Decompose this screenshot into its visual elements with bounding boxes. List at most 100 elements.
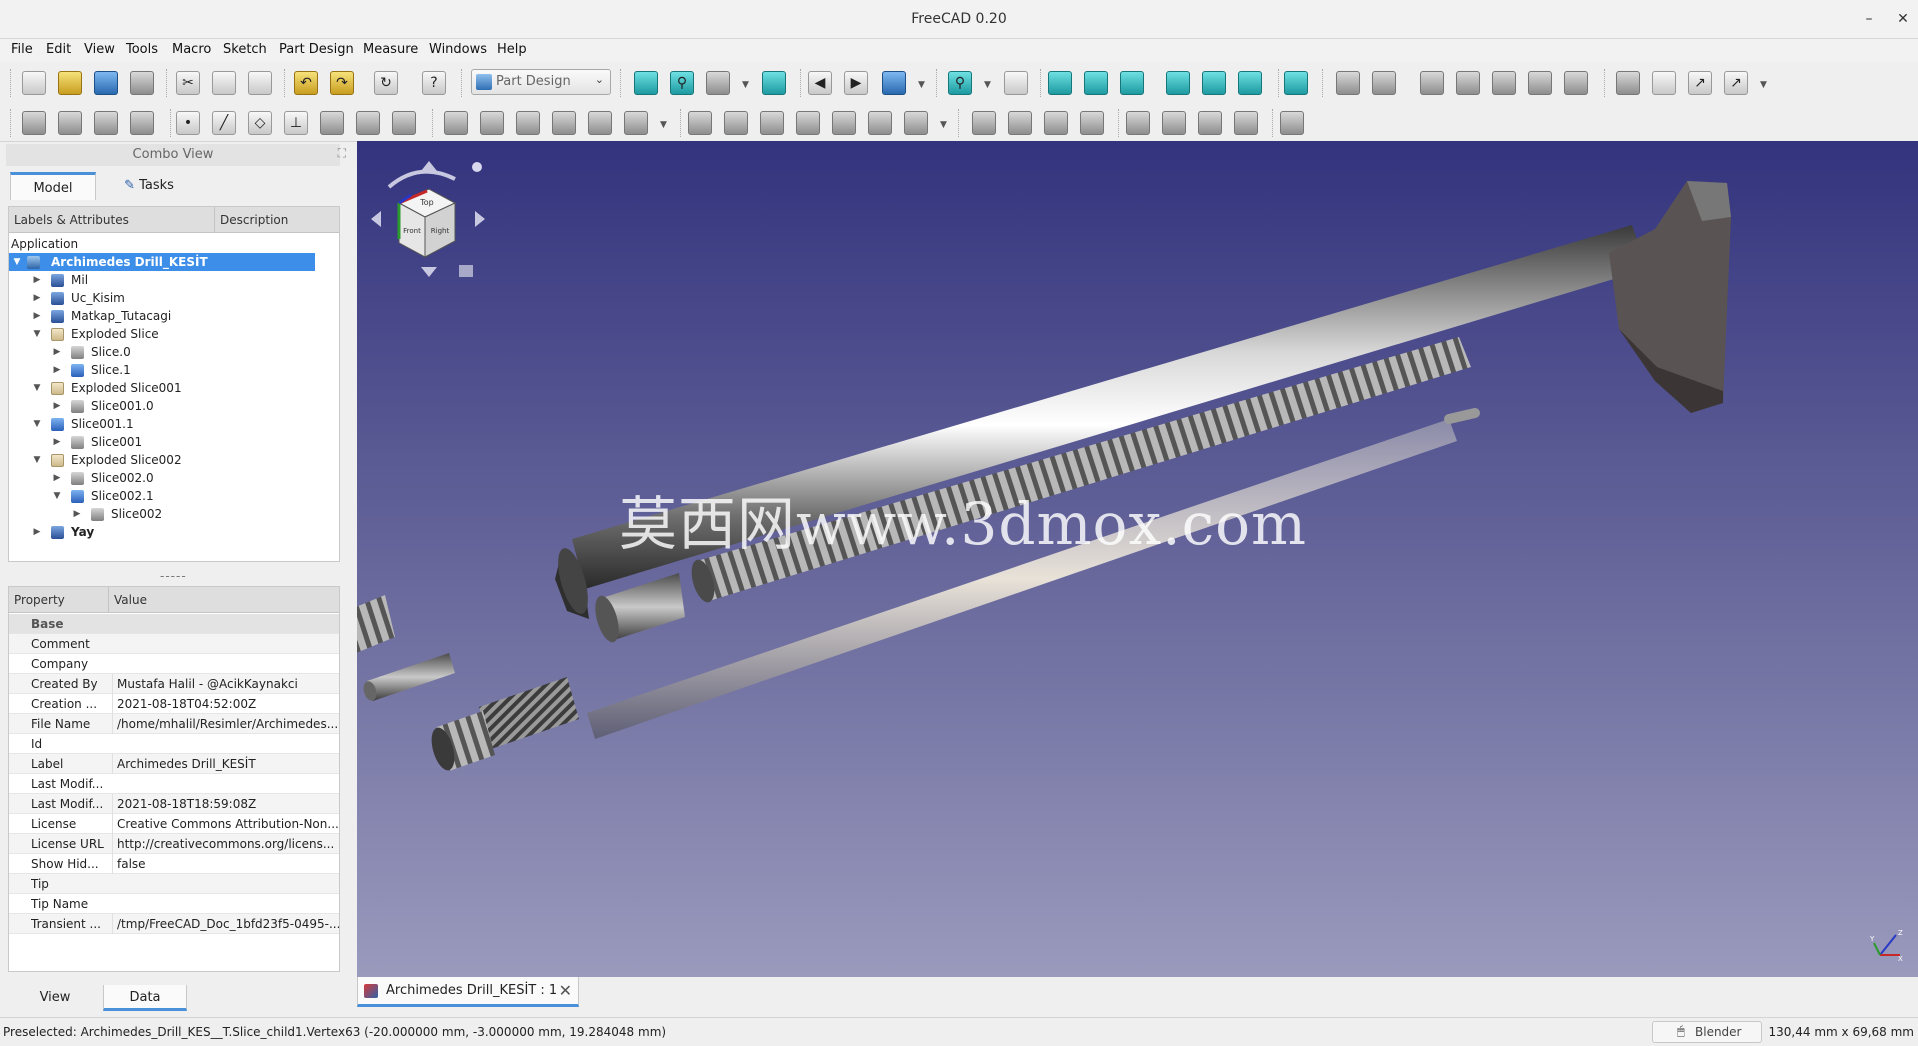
menu-windows[interactable]: Windows <box>429 42 487 57</box>
groove-icon[interactable] <box>760 111 784 135</box>
tree-item-uc-kisim[interactable]: ▶ Uc_Kisim <box>9 289 309 307</box>
datum-point-icon[interactable]: • <box>176 111 200 135</box>
property-row[interactable]: Company <box>9 654 339 674</box>
property-value[interactable]: Archimedes Drill_KESİT <box>112 754 339 774</box>
tree-item-slice-0[interactable]: ▶ Slice.0 <box>9 343 309 361</box>
shape-binder-icon[interactable] <box>130 111 154 135</box>
cut-icon[interactable]: ✂ <box>176 71 200 95</box>
menu-tools[interactable]: Tools <box>126 42 158 57</box>
tab-model[interactable]: Model <box>10 172 96 200</box>
tree-item-slice002-1[interactable]: ▼ Slice002.1 <box>9 487 309 505</box>
close-tab-button[interactable]: ✕ <box>559 981 572 1000</box>
whats-this-icon[interactable]: ? <box>422 71 446 95</box>
undo-icon[interactable]: ↶ <box>294 71 318 95</box>
expand-icon[interactable]: ▶ <box>51 361 63 379</box>
tree-item-mil[interactable]: ▶ Mil <box>9 271 309 289</box>
datum-line-icon[interactable]: ╱ <box>212 111 236 135</box>
fillet-icon[interactable] <box>1126 111 1150 135</box>
toggle-3d-icon[interactable] <box>1492 71 1516 95</box>
drill-chuck[interactable] <box>427 677 579 773</box>
property-value[interactable]: /tmp/FreeCAD_Doc_1bfd23f5-0495-... <box>112 914 339 934</box>
rear-view-icon[interactable] <box>1166 71 1190 95</box>
clear-measure-icon[interactable] <box>1420 71 1444 95</box>
menu-macro[interactable]: Macro <box>172 42 211 57</box>
collapse-icon[interactable]: ▼ <box>31 325 43 343</box>
toggle-delta-icon[interactable] <box>1528 71 1552 95</box>
loft-icon[interactable] <box>480 111 504 135</box>
toggle-measure-icon[interactable] <box>1456 71 1480 95</box>
draft-icon[interactable] <box>1198 111 1222 135</box>
tree-item-slice001[interactable]: ▶ Slice001 <box>9 433 309 451</box>
chevron-down-icon[interactable]: ▼ <box>1760 80 1767 90</box>
bottom-view-icon[interactable] <box>1202 71 1226 95</box>
subshape-binder-icon[interactable] <box>320 111 344 135</box>
tube-handle[interactable] <box>1609 181 1731 413</box>
collapse-icon[interactable]: ▼ <box>31 379 43 397</box>
mirrored-icon[interactable] <box>972 111 996 135</box>
toggle-all-icon[interactable] <box>1564 71 1588 95</box>
chevron-down-icon[interactable]: ▼ <box>984 80 991 90</box>
expand-icon[interactable]: ▼ <box>11 253 23 271</box>
thickness-icon[interactable] <box>1234 111 1258 135</box>
multi-transform-icon[interactable] <box>1080 111 1104 135</box>
create-group-icon[interactable] <box>1652 71 1676 95</box>
tree-header-labels[interactable]: Labels & Attributes <box>9 207 215 233</box>
menu-help[interactable]: Help <box>497 42 527 57</box>
bounding-box-icon[interactable] <box>762 71 786 95</box>
tree-item-exploded-slice[interactable]: ▼ Exploded Slice <box>9 325 309 343</box>
expand-icon[interactable]: ▶ <box>51 469 63 487</box>
tab-view[interactable]: View <box>10 985 100 1011</box>
property-row[interactable]: Tip <box>9 874 339 894</box>
expand-icon[interactable]: ▶ <box>71 505 83 523</box>
property-value[interactable]: Creative Commons Attribution-Non... <box>112 814 339 834</box>
tree-item-slice002-0[interactable]: ▶ Slice002.0 <box>9 469 309 487</box>
validate-sketch-icon[interactable] <box>94 111 118 135</box>
expand-icon[interactable]: ▶ <box>31 271 43 289</box>
create-body-icon[interactable] <box>22 111 46 135</box>
property-group-base[interactable]: Base <box>9 614 339 634</box>
tree-item-slice001-1[interactable]: ▼ Slice001.1 <box>9 415 309 433</box>
linear-pattern-icon[interactable] <box>1008 111 1032 135</box>
close-window-button[interactable]: ✕ <box>1892 8 1914 30</box>
fit-selection-icon[interactable]: ⚲ <box>670 71 694 95</box>
datum-plane-icon[interactable]: ◇ <box>248 111 272 135</box>
navigation-cube[interactable]: Top Front Right <box>369 159 489 279</box>
workbench-selector[interactable]: Part Design ⌄ <box>471 69 611 95</box>
additive-primitive-icon[interactable] <box>588 111 612 135</box>
tip-piece[interactable] <box>591 573 685 645</box>
expand-icon[interactable]: ▶ <box>31 307 43 325</box>
menu-measure[interactable]: Measure <box>363 42 418 57</box>
panel-splitter[interactable]: ----- <box>160 569 187 583</box>
property-row[interactable]: License Creative Commons Attribution-Non.… <box>9 814 339 834</box>
subtractive-box-icon[interactable] <box>904 111 928 135</box>
property-row[interactable]: License URL http://creativecommons.org/li… <box>9 834 339 854</box>
navigation-style-button[interactable]: 🖱 Blender <box>1652 1021 1762 1043</box>
copy-icon[interactable] <box>212 71 236 95</box>
linear-measure-icon[interactable] <box>1336 71 1360 95</box>
back-icon[interactable]: ◀ <box>808 71 832 95</box>
3d-viewport[interactable]: 莫西网www.3dmox.com Top Front Right Z Y X <box>357 141 1918 977</box>
chamfer-icon[interactable] <box>1162 111 1186 135</box>
tree-item-slice-1[interactable]: ▶ Slice.1 <box>9 361 309 379</box>
property-value[interactable]: 2021-08-18T04:52:00Z <box>112 694 339 714</box>
draw-style-icon[interactable] <box>706 71 730 95</box>
property-row[interactable]: Id <box>9 734 339 754</box>
chevron-down-icon[interactable]: ▼ <box>660 120 667 130</box>
menu-edit[interactable]: Edit <box>46 42 71 57</box>
save-icon[interactable] <box>94 71 118 95</box>
tree-item-exploded-slice001[interactable]: ▼ Exploded Slice001 <box>9 379 309 397</box>
property-value[interactable]: 2021-08-18T18:59:08Z <box>112 794 339 814</box>
subtractive-helix-icon[interactable] <box>868 111 892 135</box>
front-view-icon[interactable] <box>1048 71 1072 95</box>
redo-icon[interactable]: ↷ <box>330 71 354 95</box>
property-row[interactable]: Comment <box>9 634 339 654</box>
paste-icon[interactable] <box>248 71 272 95</box>
isometric-view-icon[interactable] <box>1004 71 1028 95</box>
float-panel-icon[interactable]: ⛶ <box>338 146 346 161</box>
print-icon[interactable] <box>130 71 154 95</box>
subtractive-loft-icon[interactable] <box>796 111 820 135</box>
left-view-icon[interactable] <box>1238 71 1262 95</box>
chevron-down-icon[interactable]: ▼ <box>742 80 749 90</box>
expand-icon[interactable]: ▶ <box>31 523 43 541</box>
polar-pattern-icon[interactable] <box>1044 111 1068 135</box>
